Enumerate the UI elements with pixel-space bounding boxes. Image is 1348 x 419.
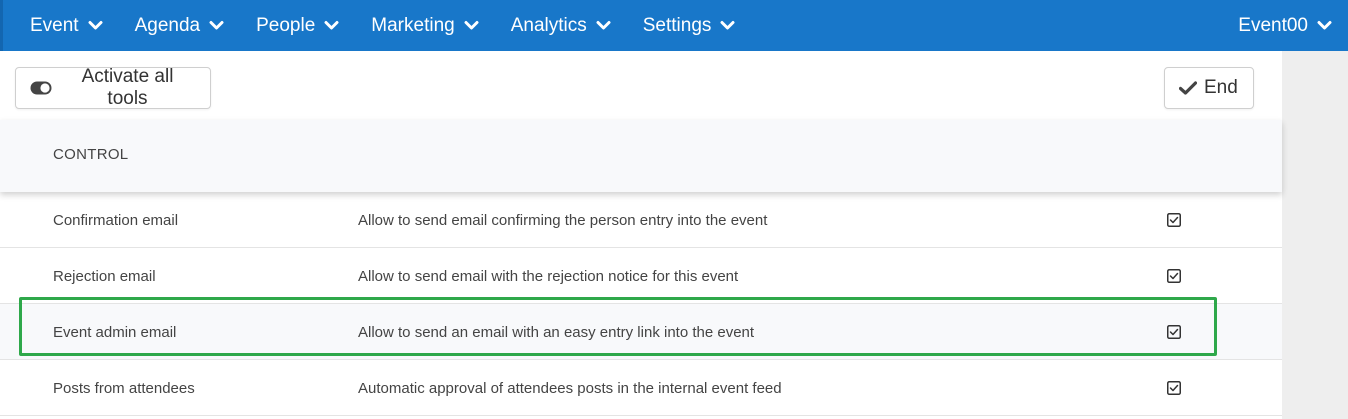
nav-item-people[interactable]: People xyxy=(256,0,339,51)
nav-item-label: Settings xyxy=(642,14,712,36)
toolbar: Activate all tools End xyxy=(0,51,1282,120)
tool-checkbox[interactable] xyxy=(1167,192,1181,248)
nav-item-agenda[interactable]: Agenda xyxy=(135,0,225,51)
checkbox-checked-icon xyxy=(1167,325,1181,339)
section-title: CONTROL xyxy=(53,146,129,163)
main-menu: Event Agenda People Marketing Analytics … xyxy=(0,0,767,51)
chevron-down-icon xyxy=(324,18,339,33)
table-row: Rejection email Allow to send email with… xyxy=(0,248,1282,304)
tool-description: Allow to send email with the rejection n… xyxy=(358,267,739,285)
table-row: Event admin email Allow to send an email… xyxy=(0,304,1282,360)
checkbox-checked-icon xyxy=(1167,381,1181,395)
control-table: Confirmation email Allow to send email c… xyxy=(0,192,1282,416)
chevron-down-icon xyxy=(209,18,224,33)
tool-checkbox[interactable] xyxy=(1167,360,1181,416)
chevron-down-icon xyxy=(88,18,103,33)
chevron-down-icon xyxy=(1317,18,1332,33)
end-button[interactable]: End xyxy=(1164,67,1254,109)
checkbox-checked-icon xyxy=(1167,213,1181,227)
tool-checkbox[interactable] xyxy=(1167,248,1181,304)
account-name: Event00 xyxy=(1238,14,1308,36)
chevron-down-icon xyxy=(464,18,479,33)
nav-edge xyxy=(0,0,3,51)
activate-all-tools-button[interactable]: Activate all tools xyxy=(15,66,211,109)
end-label: End xyxy=(1204,77,1238,98)
tool-name: Confirmation email xyxy=(53,211,179,229)
toggle-icon xyxy=(30,81,59,95)
tool-description: Allow to send email confirming the perso… xyxy=(358,211,768,229)
tool-name: Event admin email xyxy=(53,323,177,341)
table-row: Confirmation email Allow to send email c… xyxy=(0,192,1282,248)
checkmark-icon xyxy=(1179,81,1204,95)
table-row: Posts from attendees Automatic approval … xyxy=(0,360,1282,416)
nav-item-label: Marketing xyxy=(371,14,455,36)
chevron-down-icon xyxy=(720,18,735,33)
nav-item-label: Event xyxy=(30,14,79,36)
tool-name: Rejection email xyxy=(53,267,156,285)
tool-checkbox[interactable] xyxy=(1167,304,1181,360)
nav-item-event[interactable]: Event xyxy=(30,0,103,51)
checkbox-checked-icon xyxy=(1167,269,1181,283)
nav-item-label: Analytics xyxy=(510,14,587,36)
control-section-header: CONTROL xyxy=(0,120,1282,192)
activate-all-tools-label: Activate all tools xyxy=(81,66,174,109)
nav-item-label: Agenda xyxy=(134,14,201,36)
tool-description: Automatic approval of attendees posts in… xyxy=(358,379,782,397)
tool-description: Allow to send an email with an easy entr… xyxy=(358,323,755,341)
chevron-down-icon xyxy=(596,18,611,33)
top-navigation-bar: Event Agenda People Marketing Analytics … xyxy=(0,0,1348,51)
nav-item-analytics[interactable]: Analytics xyxy=(511,0,611,51)
nav-item-settings[interactable]: Settings xyxy=(643,0,736,51)
tool-name: Posts from attendees xyxy=(53,379,195,397)
page-gutter xyxy=(1282,51,1348,419)
nav-item-marketing[interactable]: Marketing xyxy=(371,0,479,51)
nav-item-label: People xyxy=(256,14,316,36)
account-menu[interactable]: Event00 xyxy=(1238,0,1332,51)
